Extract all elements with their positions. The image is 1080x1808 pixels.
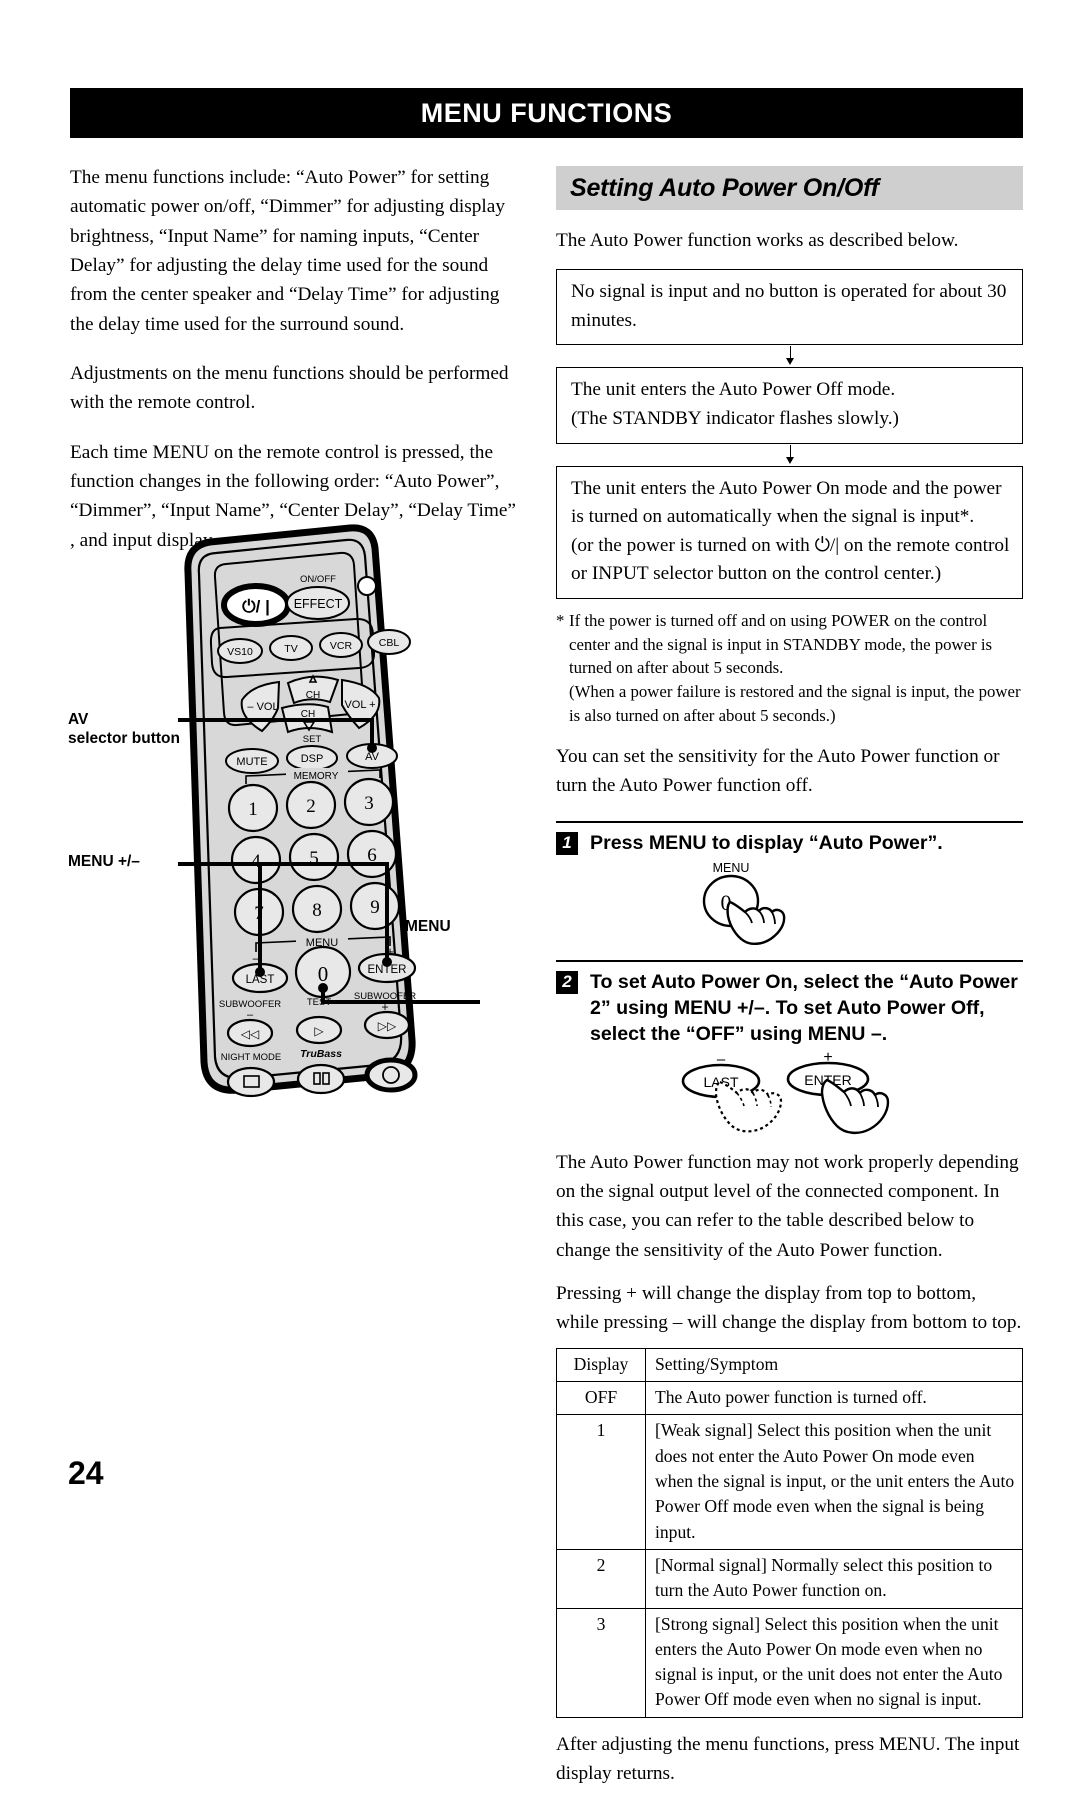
trubass-button [296, 1063, 346, 1095]
mute-label: MUTE [236, 756, 267, 768]
step-2: 2 To set Auto Power On, select the “Auto… [556, 959, 1023, 1148]
table-cell-display: 3 [556, 1607, 646, 1718]
manual-page: MENU FUNCTIONS The menu functions includ… [0, 0, 1080, 1784]
table-cell-setting: [Weak signal] Select this position when … [645, 1414, 1023, 1550]
channel-up-label: CH [306, 690, 320, 701]
leader-dot-menu [318, 983, 328, 993]
auto-power-flow-diagram: No signal is input and no button is oper… [556, 269, 1023, 599]
memory-label: MEMORY [294, 771, 339, 782]
step-2-rule [556, 959, 1023, 962]
sensitivity-table: Display Setting/Symptom OFF The Auto pow… [556, 1347, 1023, 1718]
source-label-tv: TV [284, 643, 297, 655]
table-header-row: Display Setting/Symptom [556, 1347, 1023, 1382]
after-step-paragraph-2: Pressing + will change the display from … [556, 1282, 1022, 1334]
numeric-key-2-label: 2 [306, 796, 316, 817]
callout-av-selector-button: AV selector button [68, 711, 180, 747]
test-play-icon: ▷ [314, 1024, 324, 1038]
set-label: SET [303, 734, 322, 745]
step-2-text: To set Auto Power On, select the “Auto P… [590, 970, 1018, 1046]
effect-button-label: EFFECT [294, 597, 343, 611]
step-1-illustration: MENU 0 [556, 856, 1023, 956]
subwoofer-up-icon: ▷▷ [378, 1019, 397, 1033]
table-cell-setting: The Auto power function is turned off. [645, 1380, 1023, 1416]
source-label-vs10: VS10 [227, 646, 253, 658]
intro-paragraph-1: The menu functions include: “Auto Power”… [70, 167, 505, 335]
numeric-key-8-label: 8 [312, 900, 322, 921]
callout-menu-plus-minus: MENU +/– [68, 853, 140, 870]
numeric-key-9-label: 9 [370, 897, 380, 918]
step-2-number: 2 [556, 970, 578, 994]
flow-box-1: No signal is input and no button is oper… [556, 269, 1023, 346]
page-title-text: MENU FUNCTIONS [420, 97, 673, 128]
table-cell-display: OFF [556, 1380, 646, 1416]
footnote: * If the power is turned off and on usin… [556, 609, 1023, 728]
effect-onoff-label: ON/OFF [300, 574, 336, 585]
step-1-rule [556, 820, 1023, 823]
intro-paragraph-2: Adjustments on the menu functions should… [70, 362, 509, 414]
step-2-illustration: – LAST + ENTER [556, 1048, 1023, 1148]
subwoofer-down-icon: ◁◁ [241, 1027, 260, 1041]
table-cell-display: 2 [556, 1548, 646, 1609]
dsp-label: DSP [301, 753, 324, 765]
numeric-key-3-label: 3 [364, 793, 374, 814]
source-label-vcr: VCR [330, 640, 353, 652]
flow-box-3: The unit enters the Auto Power On mode a… [556, 465, 1023, 599]
section-heading-text: Setting Auto Power On/Off [570, 173, 879, 202]
table-header-display: Display [556, 1347, 646, 1382]
right-column: Setting Auto Power On/Off The Auto Power… [556, 166, 1023, 1808]
page-number: 24 [68, 1455, 104, 1491]
remote-svg: ⏻/ | ON/OFF EFFECT VS10 TV VCR CBL CH CH [178, 524, 480, 1098]
trubass-label: TruBass [300, 1048, 342, 1060]
record-button [364, 1057, 418, 1093]
ir-indicator-icon [357, 576, 377, 596]
flow-arrow-1 [556, 345, 1023, 367]
left-column: The menu functions include: “Auto Power”… [70, 163, 525, 575]
footnote-line-1: If the power is turned off and on using … [569, 610, 993, 678]
footnote-line-2: (When a power failure is restored and th… [569, 682, 1021, 726]
table-cell-display: 1 [556, 1414, 646, 1550]
table-row: 3 [Strong signal] Select this position w… [556, 1607, 1023, 1718]
numeric-key-1-label: 1 [248, 799, 258, 820]
table-row: 1 [Weak signal] Select this position whe… [556, 1414, 1023, 1550]
flow-arrow-2 [556, 444, 1023, 466]
after-step-paragraph-1: The Auto Power function may not work pro… [556, 1151, 1019, 1261]
power-button-label: ⏻/ | [242, 597, 270, 616]
auto-power-intro: The Auto Power function works as describ… [556, 230, 959, 251]
step-1: 1 Press MENU to display “Auto Power”. ME… [556, 820, 1023, 956]
table-cell-setting: [Strong signal] Select this position whe… [645, 1607, 1023, 1718]
remote-control-illustration: AV selector button MENU +/– MENU ⏻/ | ON… [60, 520, 540, 1100]
table-row: 2 [Normal signal] Normally select this p… [556, 1548, 1023, 1609]
step-1-number: 1 [556, 831, 578, 855]
night-mode-button [226, 1066, 276, 1098]
flow-box-2: The unit enters the Auto Power Off mode.… [556, 367, 1023, 444]
leader-dot-last [255, 967, 265, 977]
footnote-marker: * [556, 610, 565, 630]
callout-menu: MENU [405, 918, 451, 935]
leader-dot-enter [382, 957, 392, 967]
sensitivity-intro: You can set the sensitivity for the Auto… [556, 745, 1000, 797]
table-row: OFF The Auto power function is turned of… [556, 1380, 1023, 1416]
source-label-cbl: CBL [379, 637, 400, 649]
numeric-key-0-label: 0 [318, 962, 329, 986]
volume-up-label: VOL + [344, 699, 375, 711]
volume-down-label: – VOL [247, 701, 278, 713]
night-mode-label: NIGHT MODE [221, 1052, 282, 1063]
table-header-setting: Setting/Symptom [645, 1347, 1023, 1382]
step1-button-caption: MENU [713, 861, 750, 875]
step-1-text: Press MENU to display “Auto Power”. [590, 831, 943, 854]
page-title: MENU FUNCTIONS [70, 88, 1023, 138]
leader-dot-av [367, 743, 377, 753]
table-cell-setting: [Normal signal] Normally select this pos… [645, 1548, 1023, 1609]
closing-paragraph: After adjusting the menu functions, pres… [556, 1733, 1020, 1785]
section-heading: Setting Auto Power On/Off [556, 166, 1023, 210]
